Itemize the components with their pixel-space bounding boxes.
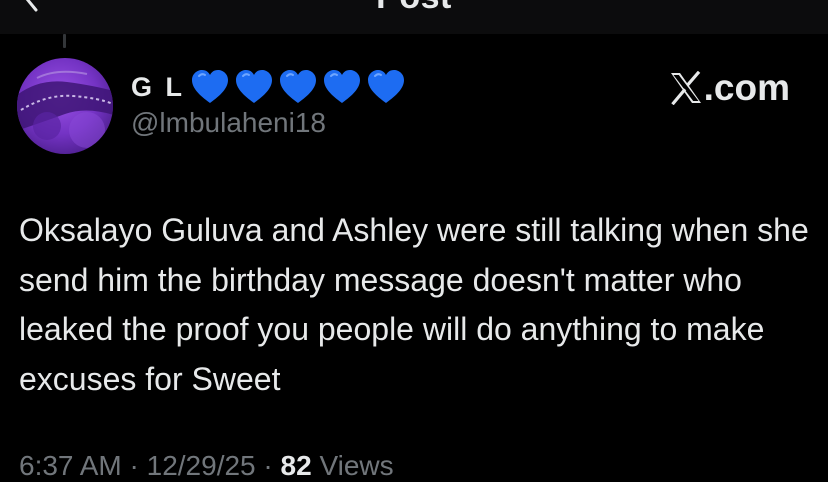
avatar[interactable] <box>17 58 113 154</box>
top-bar: Post <box>0 0 828 34</box>
tweet-time[interactable]: 6:37 AM <box>19 450 122 481</box>
thread-connector <box>63 34 66 48</box>
blue-heart-icon <box>192 70 228 103</box>
views-label: Views <box>311 450 394 481</box>
views-count[interactable]: 82 <box>281 450 312 481</box>
x-logo-icon <box>670 71 701 105</box>
xcom-text: .com <box>703 67 790 108</box>
page-title: Post <box>0 0 828 17</box>
tweet-text: Oksalayo Guluva and Ashley were still ta… <box>19 212 809 397</box>
xcom-watermark: .com <box>669 65 790 111</box>
meta-separator: · <box>121 450 147 481</box>
display-name[interactable]: G L <box>131 67 407 107</box>
blue-heart-icon <box>236 70 272 103</box>
user-handle[interactable]: @lmbulaheni18 <box>131 107 326 139</box>
blue-heart-icon <box>368 70 404 103</box>
display-name-text: G L <box>131 71 185 102</box>
blue-heart-icon <box>324 70 360 103</box>
blue-heart-icon <box>280 70 316 103</box>
tweet-meta: 6:37 AM · 12/29/25 · 82 Views <box>19 450 394 482</box>
meta-separator: · <box>255 450 281 481</box>
avatar-image <box>17 58 113 154</box>
tweet-date[interactable]: 12/29/25 <box>147 450 256 481</box>
